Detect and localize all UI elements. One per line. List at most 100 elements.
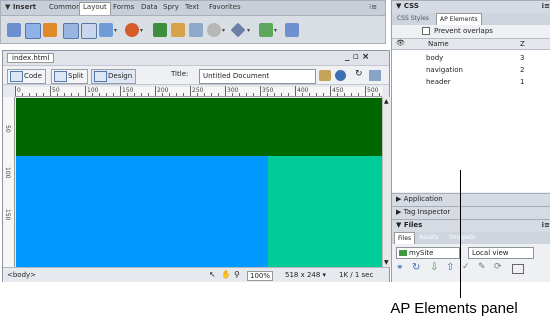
spry-widget-icon[interactable]	[125, 23, 139, 37]
ruler-tick	[204, 93, 205, 96]
zoom-tool-icon[interactable]: ⚲	[234, 270, 240, 279]
iframe-icon[interactable]	[207, 23, 221, 37]
ruler-tick	[274, 93, 275, 96]
design-view-button[interactable]: Design	[91, 69, 137, 84]
chevron-down-icon[interactable]: ▾	[222, 27, 225, 34]
tab-spry[interactable]: Spry	[163, 3, 179, 11]
frames-icon[interactable]	[189, 23, 203, 37]
ruler-tick	[365, 86, 366, 96]
visual-aids-icon[interactable]	[369, 70, 381, 81]
css-panel-header[interactable]: ▼ CSS ⁝≡	[392, 0, 550, 14]
ruler-tick	[211, 93, 212, 96]
scroll-down-icon[interactable]: ▼	[384, 259, 389, 266]
check-out-icon[interactable]: ✓	[462, 262, 470, 272]
expanded-mode-icon[interactable]	[81, 23, 97, 39]
div-icon[interactable]	[25, 23, 41, 39]
window-size[interactable]: 518 x 248 ▾	[285, 271, 326, 279]
tab-text[interactable]: Text	[185, 3, 199, 11]
ap-div-body[interactable]	[268, 156, 382, 267]
tab-data[interactable]: Data	[141, 3, 158, 11]
list-item[interactable]: body 3	[392, 54, 550, 64]
name-column-header[interactable]: Name	[428, 40, 449, 48]
ruler-tick	[232, 93, 233, 96]
ap-div-header[interactable]	[16, 98, 382, 156]
ap-div-navigation[interactable]	[16, 156, 268, 267]
check-in-icon[interactable]: ✎	[478, 262, 486, 272]
scroll-up-icon[interactable]: ▲	[384, 98, 389, 105]
ruler-tick	[316, 93, 317, 96]
connect-icon[interactable]: ⚭	[396, 263, 404, 273]
put-files-icon[interactable]: ⇧	[446, 262, 454, 273]
ruler-tick	[36, 93, 37, 96]
eye-icon[interactable]: 👁	[396, 39, 405, 47]
document-title-input[interactable]: Untitled Document	[199, 69, 316, 84]
insert-bar-menu-icon[interactable]: ⁝≡	[369, 3, 377, 11]
get-files-icon[interactable]: ⇩	[430, 262, 438, 273]
ruler-tick	[162, 93, 163, 96]
list-item[interactable]: header 1	[392, 78, 550, 88]
ruler-tick	[197, 93, 198, 96]
insert-row-icon[interactable]	[153, 23, 167, 37]
chevron-down-icon[interactable]: ▾	[274, 27, 277, 34]
tab-common[interactable]: Common	[49, 3, 81, 11]
refresh-icon[interactable]: ↻	[355, 69, 363, 79]
zoom-select[interactable]: 100%	[247, 271, 274, 281]
ruler-tick	[92, 93, 93, 96]
site-select[interactable]: mySite	[396, 247, 460, 259]
standard-mode-icon[interactable]	[63, 23, 79, 39]
refresh-icon[interactable]: ↻	[412, 262, 420, 273]
ap-div-icon[interactable]	[43, 23, 57, 37]
table-icon[interactable]	[7, 23, 21, 37]
tab-assets[interactable]: Assets	[416, 232, 442, 243]
window-controls[interactable]: _ ▫ ×	[345, 52, 369, 62]
split-view-button[interactable]: Split	[51, 69, 88, 84]
tab-layout[interactable]: Layout	[79, 2, 111, 15]
widget-icon[interactable]	[230, 22, 246, 38]
chevron-down-icon[interactable]: ▾	[114, 27, 117, 34]
ruler-tick	[113, 93, 114, 96]
file-management-icon[interactable]	[319, 70, 331, 81]
select-tool-icon[interactable]: ↖	[209, 270, 216, 279]
panel-group: ▼ CSS ⁝≡ CSS Styles AP Elements Prevent …	[391, 0, 550, 282]
view-select[interactable]: Local view	[468, 247, 534, 259]
files-panel-header[interactable]: ▼ Files ⁝≡	[392, 219, 550, 233]
ruler-number: 100	[4, 167, 11, 179]
chevron-down-icon[interactable]: ▾	[247, 27, 250, 34]
expand-icon[interactable]	[512, 264, 524, 274]
ruler-tick	[106, 93, 107, 96]
application-panel-header[interactable]: ▶ Application	[392, 193, 550, 207]
list-item[interactable]: navigation 2	[392, 66, 550, 76]
tab-favorites[interactable]: Favorites	[209, 3, 241, 11]
panel-menu-icon[interactable]: ⁝≡	[541, 1, 550, 12]
preview-browser-icon[interactable]	[335, 70, 346, 81]
insert-bar-title[interactable]: ▼ Insert	[5, 3, 36, 11]
hand-tool-icon[interactable]: ✋	[221, 270, 231, 279]
chevron-down-icon[interactable]: ▾	[140, 27, 143, 34]
insert-column-icon[interactable]	[171, 23, 185, 37]
ruler-tick	[71, 93, 72, 96]
ruler-number: 50	[4, 125, 11, 133]
tab-css-styles[interactable]: CSS Styles	[394, 13, 432, 24]
prevent-overlaps-checkbox[interactable]	[422, 27, 430, 35]
tab-snippets[interactable]: Snippets	[446, 232, 478, 243]
vertical-scrollbar[interactable]: ▲ ▼	[382, 97, 391, 267]
code-view-button[interactable]: Code	[7, 69, 46, 84]
ruler-tick	[309, 93, 310, 96]
tag-inspector-panel-header[interactable]: ▶ Tag Inspector	[392, 206, 550, 220]
panel-menu-icon[interactable]: ⁝≡	[541, 220, 550, 231]
document-tab[interactable]: index.html	[7, 53, 55, 63]
tab-files[interactable]: Files	[394, 232, 416, 244]
z-column-header[interactable]: Z	[520, 40, 525, 48]
ruler-number: 50	[52, 87, 60, 94]
synchronize-icon[interactable]: ⟳	[494, 262, 502, 272]
tab-ap-elements[interactable]: AP Elements	[436, 13, 482, 25]
callout-label: AP Elements panel	[390, 300, 518, 317]
tab-forms[interactable]: Forms	[113, 3, 134, 11]
tag-selector[interactable]: <body>	[7, 271, 36, 279]
ruler-tick	[50, 86, 51, 96]
layout-mode-icon[interactable]	[99, 23, 113, 37]
files-tabs: Files Assets Snippets	[392, 232, 550, 244]
ruler-tick	[155, 86, 156, 96]
layout-table-icon[interactable]	[285, 23, 299, 37]
tabular-data-icon[interactable]	[259, 23, 273, 37]
